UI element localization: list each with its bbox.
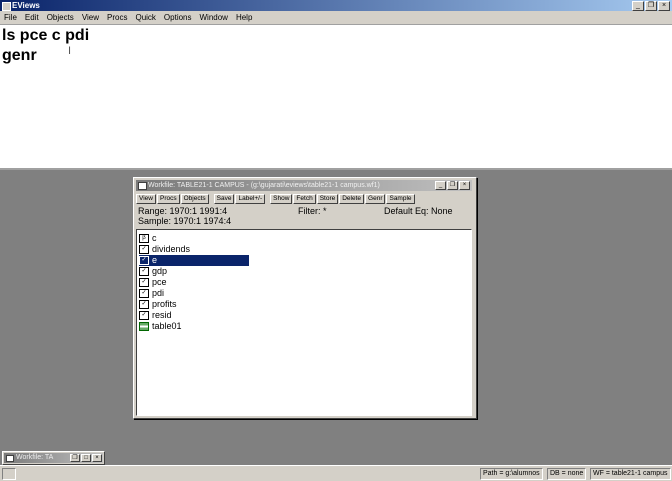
status-db: DB = none bbox=[547, 468, 587, 480]
series-icon: ✓ bbox=[139, 311, 149, 320]
series-icon: ✓ bbox=[139, 256, 149, 265]
object-name: dividends bbox=[152, 244, 191, 254]
minimized-workfile-window[interactable]: Workfile: TA ❐ □ × bbox=[2, 451, 105, 465]
save-button[interactable]: Save bbox=[213, 193, 235, 204]
workfile-title: Workfile: TABLE21-1 CAMPUS - (g:\gujarat… bbox=[148, 182, 380, 189]
fetch-button[interactable]: Fetch bbox=[293, 193, 316, 204]
minimized-maximize-button[interactable]: □ bbox=[81, 454, 91, 462]
genr-button[interactable]: Genr bbox=[365, 193, 386, 204]
list-item[interactable]: ✓ dividends bbox=[139, 244, 190, 255]
list-item[interactable]: ✓ profits bbox=[139, 299, 177, 310]
series-icon: ✓ bbox=[139, 300, 149, 309]
coef-icon: β bbox=[139, 234, 149, 243]
delete-button[interactable]: Delete bbox=[339, 193, 365, 204]
eviews-app-icon bbox=[2, 2, 11, 11]
workfile-close-button[interactable]: × bbox=[459, 181, 470, 190]
minimized-title: Workfile: TA bbox=[16, 454, 54, 461]
sample-text[interactable]: Sample: 1970:1 1974:4 bbox=[138, 216, 231, 226]
view-button[interactable]: View bbox=[136, 193, 156, 204]
range-text[interactable]: Range: 1970:1 1991:4 bbox=[138, 206, 227, 216]
status-path: Path = g:\alumnos bbox=[480, 468, 543, 480]
menu-file[interactable]: File bbox=[0, 13, 21, 22]
minimized-close-button[interactable]: × bbox=[92, 454, 102, 462]
list-item[interactable]: ✓ gdp bbox=[139, 266, 167, 277]
menu-view[interactable]: View bbox=[78, 13, 103, 22]
minimize-button[interactable]: _ bbox=[632, 1, 644, 11]
object-name: e bbox=[152, 255, 158, 265]
workfile-icon bbox=[6, 455, 14, 462]
procs-button[interactable]: Procs bbox=[156, 193, 180, 204]
object-name: pce bbox=[152, 277, 167, 287]
app-title: EViews bbox=[12, 1, 40, 10]
status-bar: Path = g:\alumnos DB = none WF = table21… bbox=[0, 465, 672, 481]
object-name: gdp bbox=[152, 266, 168, 276]
workfile-object-list: β c ✓ dividends ✓ e ✓ gdp ✓ pce ✓ pdi ✓ … bbox=[136, 229, 472, 416]
table-icon bbox=[139, 322, 149, 331]
app-title-bar: EViews _ ❐ × bbox=[0, 0, 672, 11]
list-item[interactable]: β c bbox=[139, 233, 157, 244]
menu-help[interactable]: Help bbox=[232, 13, 256, 22]
series-icon: ✓ bbox=[139, 245, 149, 254]
list-item[interactable]: ✓ pce bbox=[139, 277, 167, 288]
list-item[interactable]: table01 bbox=[139, 321, 182, 332]
object-name: table01 bbox=[152, 321, 182, 331]
minimized-title-bar[interactable]: Workfile: TA ❐ □ × bbox=[4, 453, 103, 463]
store-button[interactable]: Store bbox=[316, 193, 339, 204]
workfile-icon bbox=[138, 182, 147, 190]
menu-procs[interactable]: Procs bbox=[103, 13, 131, 22]
list-item[interactable]: ✓ resid bbox=[139, 310, 172, 321]
object-name: profits bbox=[152, 299, 177, 309]
app-window-controls: _ ❐ × bbox=[632, 1, 670, 11]
command-window[interactable]: ls pce c pdi genr I bbox=[0, 25, 672, 170]
status-field-blank bbox=[2, 468, 16, 480]
workfile-window: Workfile: TABLE21-1 CAMPUS - (g:\gujarat… bbox=[133, 177, 477, 419]
command-line-1: ls pce c pdi bbox=[2, 27, 90, 44]
menu-bar: File Edit Objects View Procs Quick Optio… bbox=[0, 11, 672, 25]
series-icon: ✓ bbox=[139, 278, 149, 287]
command-line-2: genr bbox=[2, 47, 37, 64]
status-wf: WF = table21-1 campus bbox=[590, 468, 671, 480]
restore-button[interactable]: ❐ bbox=[645, 1, 657, 11]
menu-quick[interactable]: Quick bbox=[131, 13, 159, 22]
label-toggle-button[interactable]: Label+/- bbox=[235, 193, 266, 204]
minimized-window-controls: ❐ □ × bbox=[70, 454, 102, 462]
close-button[interactable]: × bbox=[658, 1, 670, 11]
object-name: c bbox=[152, 233, 157, 243]
list-item[interactable]: ✓ pdi bbox=[139, 288, 164, 299]
sample-button[interactable]: Sample bbox=[386, 193, 415, 204]
workfile-minimize-button[interactable]: _ bbox=[435, 181, 446, 190]
menu-options[interactable]: Options bbox=[160, 13, 196, 22]
list-item-selected[interactable]: ✓ e bbox=[139, 255, 249, 266]
minimized-restore-button[interactable]: ❐ bbox=[70, 454, 80, 462]
show-button[interactable]: Show bbox=[270, 193, 293, 204]
series-icon: ✓ bbox=[139, 289, 149, 298]
workfile-restore-button[interactable]: ❐ bbox=[447, 181, 458, 190]
menu-objects[interactable]: Objects bbox=[43, 13, 78, 22]
default-eq-text[interactable]: Default Eq: None bbox=[384, 206, 453, 216]
object-name: pdi bbox=[152, 288, 165, 298]
workfile-window-controls: _ ❐ × bbox=[435, 181, 470, 190]
menu-edit[interactable]: Edit bbox=[21, 13, 43, 22]
object-name: resid bbox=[152, 310, 172, 320]
series-icon: ✓ bbox=[139, 267, 149, 276]
objects-button[interactable]: Objects bbox=[180, 193, 209, 204]
filter-text[interactable]: Filter: * bbox=[298, 206, 327, 216]
workfile-info: Range: 1970:1 1991:4 Sample: 1970:1 1974… bbox=[136, 205, 472, 227]
workfile-title-bar[interactable]: Workfile: TABLE21-1 CAMPUS - (g:\gujarat… bbox=[136, 180, 472, 191]
workfile-toolbar: View Procs Objects Save Label+/- Show Fe… bbox=[136, 193, 472, 204]
menu-window[interactable]: Window bbox=[196, 13, 232, 22]
text-cursor-icon: I bbox=[68, 45, 72, 57]
